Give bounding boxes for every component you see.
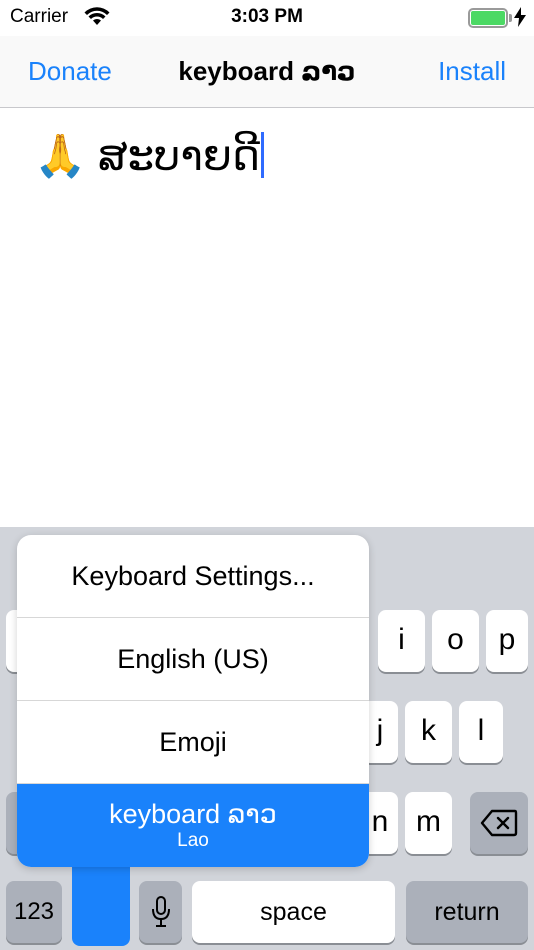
menu-item-label: keyboard ລາວ bbox=[109, 799, 277, 829]
space-key[interactable]: space bbox=[192, 881, 395, 943]
globe-key-pressed[interactable] bbox=[72, 866, 130, 946]
clock: 3:03 PM bbox=[231, 6, 303, 27]
menu-item-english-us[interactable]: English (US) bbox=[17, 618, 369, 701]
backspace-key[interactable] bbox=[470, 792, 528, 854]
navigation-bar: Donate keyboard ລາວ Install bbox=[0, 36, 534, 108]
text-cursor bbox=[260, 132, 264, 178]
battery-icon bbox=[468, 8, 512, 28]
numbers-key[interactable]: 123 bbox=[6, 881, 62, 943]
key-m[interactable]: m bbox=[405, 792, 452, 854]
microphone-key[interactable] bbox=[139, 881, 182, 943]
backspace-icon bbox=[470, 792, 528, 845]
key-i[interactable]: i bbox=[378, 610, 425, 672]
microphone-icon bbox=[139, 881, 182, 936]
key-o[interactable]: o bbox=[432, 610, 479, 672]
return-key[interactable]: return bbox=[406, 881, 528, 943]
key-p[interactable]: p bbox=[486, 610, 528, 672]
key-l[interactable]: l bbox=[459, 701, 503, 763]
install-button[interactable]: Install bbox=[438, 56, 506, 87]
menu-item-sublabel: Lao bbox=[177, 830, 209, 851]
typed-text: 🙏 ສະບາຍດີ bbox=[34, 132, 260, 179]
menu-item-keyboard-settings[interactable]: Keyboard Settings... bbox=[17, 535, 369, 618]
key-k[interactable]: k bbox=[405, 701, 452, 763]
menu-item-emoji[interactable]: Emoji bbox=[17, 701, 369, 784]
status-bar: Carrier 3:03 PM bbox=[0, 0, 534, 36]
input-switcher-menu: Keyboard Settings... English (US) Emoji … bbox=[17, 535, 369, 867]
text-input-area[interactable]: 🙏 ສະບາຍດີ bbox=[0, 109, 534, 527]
charging-bolt-icon bbox=[514, 7, 526, 32]
menu-item-keyboard-lao[interactable]: keyboard ລາວ Lao bbox=[17, 784, 369, 867]
